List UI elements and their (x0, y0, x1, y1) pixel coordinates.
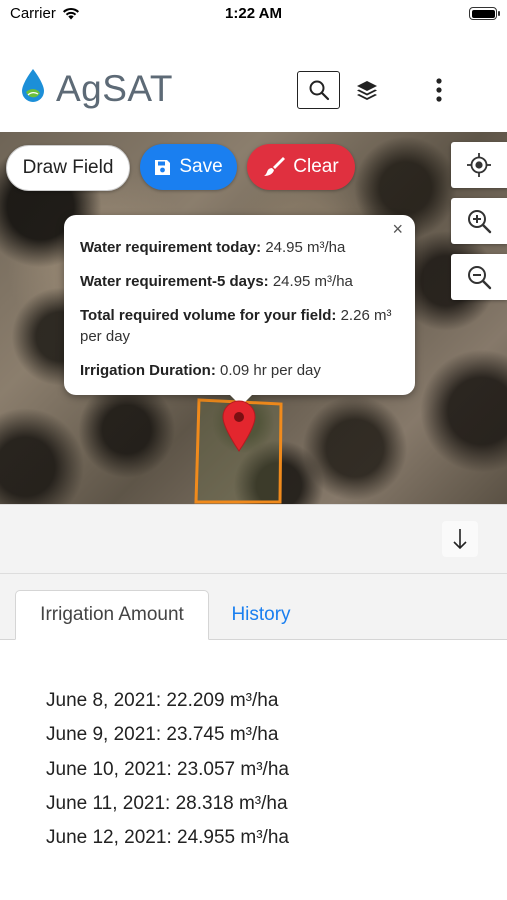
tab-history[interactable]: History (215, 590, 307, 640)
app-title: AgSAT (56, 68, 173, 109)
popup-row-value: 24.95 m³/ha (268, 273, 353, 290)
save-button[interactable]: Save (140, 144, 237, 190)
draw-field-label: Draw Field (22, 157, 114, 178)
locate-icon (467, 153, 491, 177)
search-icon (309, 80, 329, 101)
tab-label: Irrigation Amount (40, 604, 184, 625)
zoom-in-icon (468, 210, 492, 234)
field-info-popup: × Water requirement today: 24.95 m³/ha W… (64, 215, 415, 406)
app-header: AgSAT (0, 28, 507, 132)
list-item: June 8, 2021: 22.209 m³/ha (46, 690, 279, 711)
tab-label: History (231, 604, 291, 625)
tab-irrigation-amount[interactable]: Irrigation Amount (15, 590, 209, 640)
satellite-map[interactable]: Draw Field Save Clear × Water requiremen… (0, 132, 507, 504)
layers-button[interactable] (352, 74, 382, 106)
zoom-in-button[interactable] (451, 198, 507, 244)
popup-row-label: Total required volume for your field: (80, 307, 337, 324)
status-bar: Carrier 1:22 AM (0, 0, 507, 28)
save-icon (155, 159, 171, 175)
water-drop-logo-icon (22, 69, 44, 102)
popup-row-total-volume: Total required volume for your field: 2.… (80, 305, 399, 347)
list-item: June 12, 2021: 24.955 m³/ha (46, 827, 289, 849)
list-item: June 9, 2021: 23.745 m³/ha (46, 724, 279, 746)
search-button[interactable] (297, 71, 340, 109)
irrigation-readings-list: June 8, 2021: 22.209 m³/ha June 9, 2021:… (46, 684, 289, 855)
popup-row-water-today: Water requirement today: 24.95 m³/ha (80, 237, 399, 258)
clear-button[interactable]: Clear (247, 144, 355, 190)
popup-row-label: Water requirement today: (80, 239, 262, 256)
save-label: Save (179, 156, 223, 177)
layers-icon (357, 81, 377, 100)
tabs-bar: Irrigation Amount History (0, 574, 507, 640)
more-vertical-icon (436, 78, 442, 102)
clear-label: Clear (293, 156, 339, 177)
zoom-out-icon (468, 266, 492, 290)
popup-row-value: 24.95 m³/ha (261, 239, 346, 256)
list-item: June 11, 2021: 28.318 m³/ha (46, 792, 288, 814)
locate-button[interactable] (451, 142, 507, 188)
popup-row-label: Water requirement-5 days: (80, 273, 269, 290)
popup-close-button[interactable]: × (392, 219, 403, 240)
popup-row-water-5days: Water requirement-5 days: 24.95 m³/ha (80, 271, 399, 292)
popup-row-value: 0.09 hr per day (215, 362, 321, 379)
zoom-out-button[interactable] (451, 254, 507, 300)
draw-field-button[interactable]: Draw Field (6, 145, 130, 191)
popup-row-irrigation-duration: Irrigation Duration: 0.09 hr per day (80, 360, 399, 381)
map-pin-icon[interactable] (221, 400, 257, 452)
arrow-down-icon (453, 529, 467, 550)
sheet-header (0, 504, 507, 574)
more-options-button[interactable] (426, 74, 452, 106)
bottom-sheet: Irrigation Amount History June 8, 2021: … (0, 504, 507, 900)
collapse-sheet-button[interactable] (442, 521, 478, 557)
popup-row-label: Irrigation Duration: (80, 362, 216, 379)
battery-icon (469, 7, 500, 20)
brush-icon (264, 157, 286, 176)
status-time: 1:22 AM (225, 5, 282, 22)
list-item: June 10, 2021: 23.057 m³/ha (46, 758, 289, 780)
